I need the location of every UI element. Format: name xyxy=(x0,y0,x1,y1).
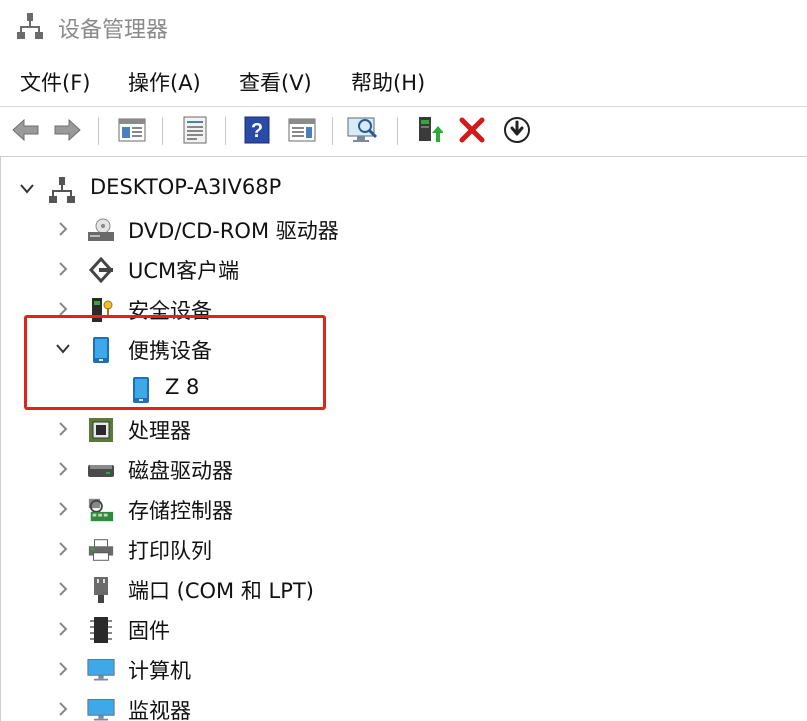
tree-item-label: 存储控制器 xyxy=(128,499,233,523)
chevron-right-icon[interactable] xyxy=(53,299,73,319)
portable-device-icon xyxy=(87,336,115,364)
help-button[interactable]: ? xyxy=(240,113,274,147)
tree-item-dvd[interactable]: DVD/CD-ROM 驱动器 xyxy=(1,209,801,249)
tree-item-ports[interactable]: 端口 (COM 和 LPT) xyxy=(1,569,801,609)
tree-item-firmware[interactable]: 固件 xyxy=(1,609,801,649)
menu-bar: 文件(F) 操作(A) 查看(V) 帮助(H) xyxy=(0,60,807,102)
scan-monitor-icon xyxy=(347,117,378,142)
computer-icon xyxy=(87,656,115,684)
toolbar-separator xyxy=(98,117,99,145)
device-manager-icon xyxy=(17,12,43,44)
help-icon: ? xyxy=(244,116,270,144)
tree-item-label: 固件 xyxy=(128,619,170,643)
toolbar-separator xyxy=(397,117,398,145)
back-arrow-icon xyxy=(12,118,39,142)
console-tree-icon xyxy=(118,118,146,142)
toolbar: ? xyxy=(0,106,807,155)
chevron-right-icon[interactable] xyxy=(53,699,73,719)
chevron-right-icon[interactable] xyxy=(53,219,73,239)
menu-view[interactable]: 查看(V) xyxy=(239,67,312,97)
tree-item-label: UCM客户端 xyxy=(128,259,240,283)
tree-item-label: 打印队列 xyxy=(128,539,212,563)
device-tree: DESKTOP-A3IV68P DVD/CD-ROM 驱动器 UCM客户端 安全… xyxy=(0,156,807,721)
forward-arrow-icon xyxy=(54,118,81,142)
tree-item-processor[interactable]: 处理器 xyxy=(1,409,801,449)
menu-help[interactable]: 帮助(H) xyxy=(351,67,425,97)
disable-device-button[interactable] xyxy=(500,113,534,147)
firmware-icon xyxy=(87,616,115,644)
properties-icon xyxy=(183,116,207,144)
chevron-right-icon[interactable] xyxy=(53,259,73,279)
update-driver-icon xyxy=(419,117,443,142)
chevron-right-icon[interactable] xyxy=(53,619,73,639)
security-device-icon xyxy=(87,296,115,324)
disk-drive-icon xyxy=(87,456,115,484)
dvd-drive-icon xyxy=(87,216,115,244)
tree-item-storage[interactable]: 存储控制器 xyxy=(1,489,801,529)
tree-item-print[interactable]: 打印队列 xyxy=(1,529,801,569)
tree-item-computer[interactable]: 计算机 xyxy=(1,649,801,689)
tree-item-disk[interactable]: 磁盘驱动器 xyxy=(1,449,801,489)
ucm-icon xyxy=(87,256,115,284)
chevron-down-icon[interactable] xyxy=(53,339,73,359)
chevron-right-icon[interactable] xyxy=(53,419,73,439)
storage-controller-icon xyxy=(87,496,115,524)
port-icon xyxy=(87,576,115,604)
chevron-right-icon[interactable] xyxy=(53,659,73,679)
chevron-right-icon[interactable] xyxy=(53,459,73,479)
tree-item-label: 监视器 xyxy=(128,699,191,721)
tree-item-label: 磁盘驱动器 xyxy=(128,459,233,483)
tree-item-label: 安全设备 xyxy=(128,299,212,323)
toolbar-separator xyxy=(225,117,226,145)
chevron-down-icon[interactable] xyxy=(17,179,37,199)
svg-text:?: ? xyxy=(251,120,263,142)
chevron-right-icon[interactable] xyxy=(53,499,73,519)
menu-file[interactable]: 文件(F) xyxy=(20,67,90,97)
back-button[interactable] xyxy=(9,113,43,147)
computer-network-icon xyxy=(48,176,76,204)
scan-hardware-button[interactable] xyxy=(346,113,380,147)
monitor-icon xyxy=(87,696,115,721)
tree-item-security[interactable]: 安全设备 xyxy=(1,289,801,329)
chevron-right-icon[interactable] xyxy=(53,579,73,599)
toolbar-separator xyxy=(332,117,333,145)
tree-root[interactable]: DESKTOP-A3IV68P xyxy=(1,169,801,209)
printer-icon xyxy=(87,536,115,564)
properties-button[interactable] xyxy=(178,113,212,147)
tree-item-label: DVD/CD-ROM 驱动器 xyxy=(128,219,339,243)
forward-button[interactable] xyxy=(50,113,84,147)
delete-x-icon xyxy=(459,117,485,143)
window-title: 设备管理器 xyxy=(58,18,169,43)
processor-icon xyxy=(87,416,115,444)
toolbar-separator xyxy=(162,117,163,145)
tree-item-portable[interactable]: 便携设备 xyxy=(1,329,801,369)
action-pane-icon xyxy=(288,118,316,142)
phone-icon xyxy=(127,376,155,404)
tree-item-label: 端口 (COM 和 LPT) xyxy=(128,579,314,603)
show-hide-tree-button[interactable] xyxy=(115,113,149,147)
title-bar: 设备管理器 xyxy=(0,0,807,54)
tree-item-monitor[interactable]: 监视器 xyxy=(1,689,801,721)
update-driver-button[interactable] xyxy=(412,113,446,147)
action-pane-button[interactable] xyxy=(285,113,319,147)
tree-item-label: 处理器 xyxy=(128,419,191,443)
tree-item-label: 便携设备 xyxy=(128,339,212,363)
chevron-right-icon[interactable] xyxy=(53,539,73,559)
download-arrow-icon xyxy=(504,117,530,143)
tree-item-label: 计算机 xyxy=(128,659,191,683)
menu-action[interactable]: 操作(A) xyxy=(128,67,201,97)
tree-item-ucm[interactable]: UCM客户端 xyxy=(1,249,801,289)
tree-root-label: DESKTOP-A3IV68P xyxy=(90,175,282,199)
tree-item-z8[interactable]: Z 8 xyxy=(1,369,801,409)
tree-item-label: Z 8 xyxy=(165,375,200,399)
uninstall-button[interactable] xyxy=(455,113,489,147)
